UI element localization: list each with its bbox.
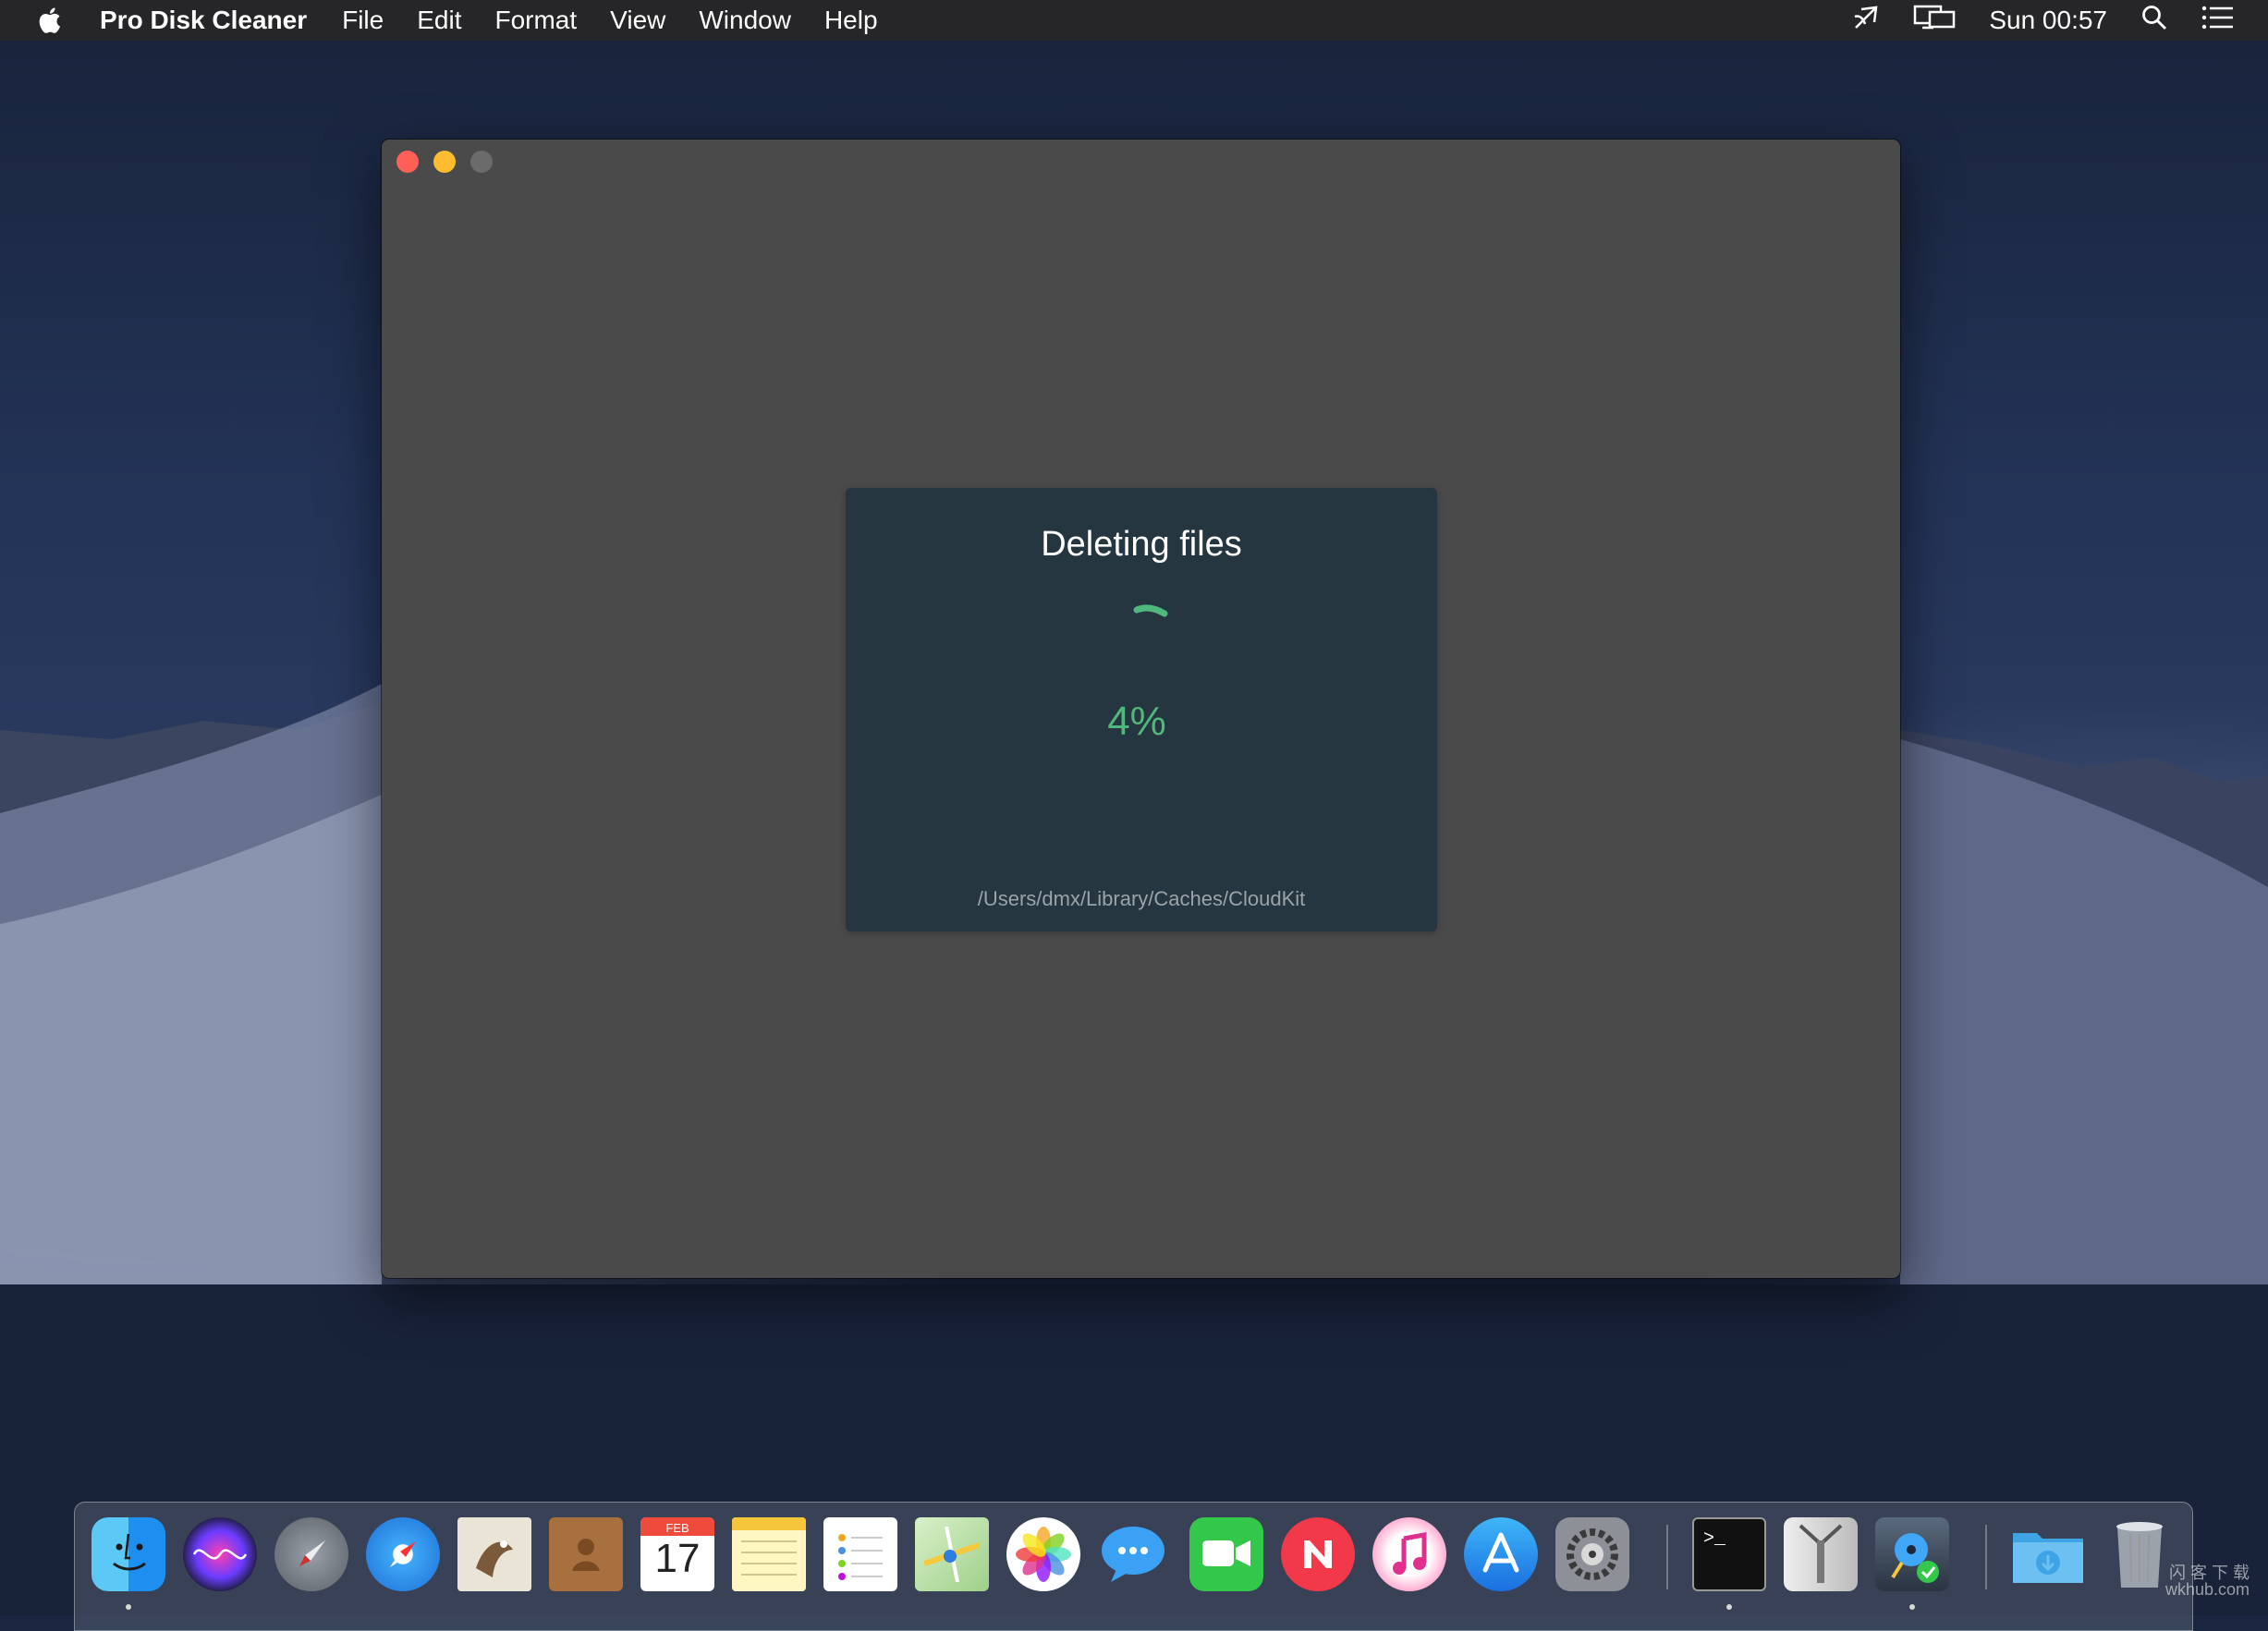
search-icon[interactable] — [2140, 4, 2168, 38]
app-store-icon[interactable] — [1464, 1517, 1538, 1591]
photos-icon[interactable] — [1006, 1517, 1080, 1591]
menu-clock[interactable]: Sun 00:57 — [1989, 6, 2107, 35]
list-icon[interactable] — [2201, 5, 2235, 37]
notes-header — [732, 1517, 806, 1530]
menu-format[interactable]: Format — [494, 6, 577, 35]
launchpad-icon[interactable] — [274, 1517, 348, 1591]
reminders-icon[interactable] — [823, 1517, 897, 1591]
window-zoom-button[interactable] — [470, 151, 493, 173]
facetime-icon[interactable] — [1189, 1517, 1263, 1591]
contacts-icon[interactable] — [549, 1517, 623, 1591]
window-minimize-button[interactable] — [433, 151, 456, 173]
menu-help[interactable]: Help — [824, 6, 878, 35]
pro-disk-cleaner-running-dot — [1909, 1604, 1915, 1610]
menu-bar: Pro Disk Cleaner File Edit Format View W… — [0, 0, 2268, 41]
notes-icon[interactable] — [732, 1517, 806, 1591]
progress-percent: 4% — [1107, 699, 1166, 744]
menu-app-name[interactable]: Pro Disk Cleaner — [100, 6, 307, 35]
pro-disk-cleaner-icon[interactable] — [1875, 1517, 1949, 1591]
apple-icon[interactable] — [35, 2, 67, 39]
calendar-icon[interactable]: FEB 17 — [640, 1517, 714, 1591]
dock-separator — [1985, 1525, 1987, 1589]
progress-title: Deleting files — [1041, 525, 1242, 564]
calendar-month: FEB — [665, 1521, 689, 1535]
progress-spinner-icon — [1133, 604, 1168, 617]
progress-panel: Deleting files 4% /Users/dmx/Library/Cac… — [846, 488, 1437, 931]
maps-icon[interactable] — [915, 1517, 989, 1591]
archive-utility-icon[interactable] — [1784, 1517, 1858, 1591]
display-icon[interactable] — [1913, 4, 1956, 38]
dock: FEB 17 >_ — [74, 1502, 2193, 1631]
terminal-icon[interactable]: >_ — [1692, 1517, 1766, 1591]
itunes-icon[interactable] — [1372, 1517, 1446, 1591]
mail-icon[interactable] — [457, 1517, 531, 1591]
news-icon[interactable] — [1281, 1517, 1355, 1591]
terminal-running-dot — [1726, 1604, 1732, 1610]
messages-icon[interactable] — [1098, 1517, 1172, 1591]
airplay-icon[interactable] — [1852, 4, 1880, 38]
finder-icon[interactable] — [91, 1517, 165, 1591]
menu-view[interactable]: View — [610, 6, 665, 35]
dock-separator — [1666, 1525, 1668, 1589]
downloads-folder-icon[interactable] — [2011, 1517, 2085, 1591]
terminal-prompt: >_ — [1703, 1528, 1726, 1550]
finder-running-dot — [126, 1604, 131, 1610]
menu-file[interactable]: File — [342, 6, 384, 35]
current-file-path: /Users/dmx/Library/Caches/CloudKit — [977, 887, 1306, 910]
window-close-button[interactable] — [396, 151, 419, 173]
calendar-day: 17 — [654, 1536, 701, 1581]
menu-window[interactable]: Window — [699, 6, 791, 35]
system-preferences-icon[interactable] — [1555, 1517, 1629, 1591]
safari-icon[interactable] — [366, 1517, 440, 1591]
siri-icon[interactable] — [183, 1517, 257, 1591]
menu-extras: Sun 00:57 — [1852, 0, 2268, 41]
watermark: 闪 客 下 载 wkhub.com — [2139, 1564, 2250, 1598]
watermark-line-2: wkhub.com — [2164, 1580, 2250, 1599]
watermark-line-1: 闪 客 下 载 — [2168, 1564, 2250, 1582]
menu-edit[interactable]: Edit — [417, 6, 461, 35]
